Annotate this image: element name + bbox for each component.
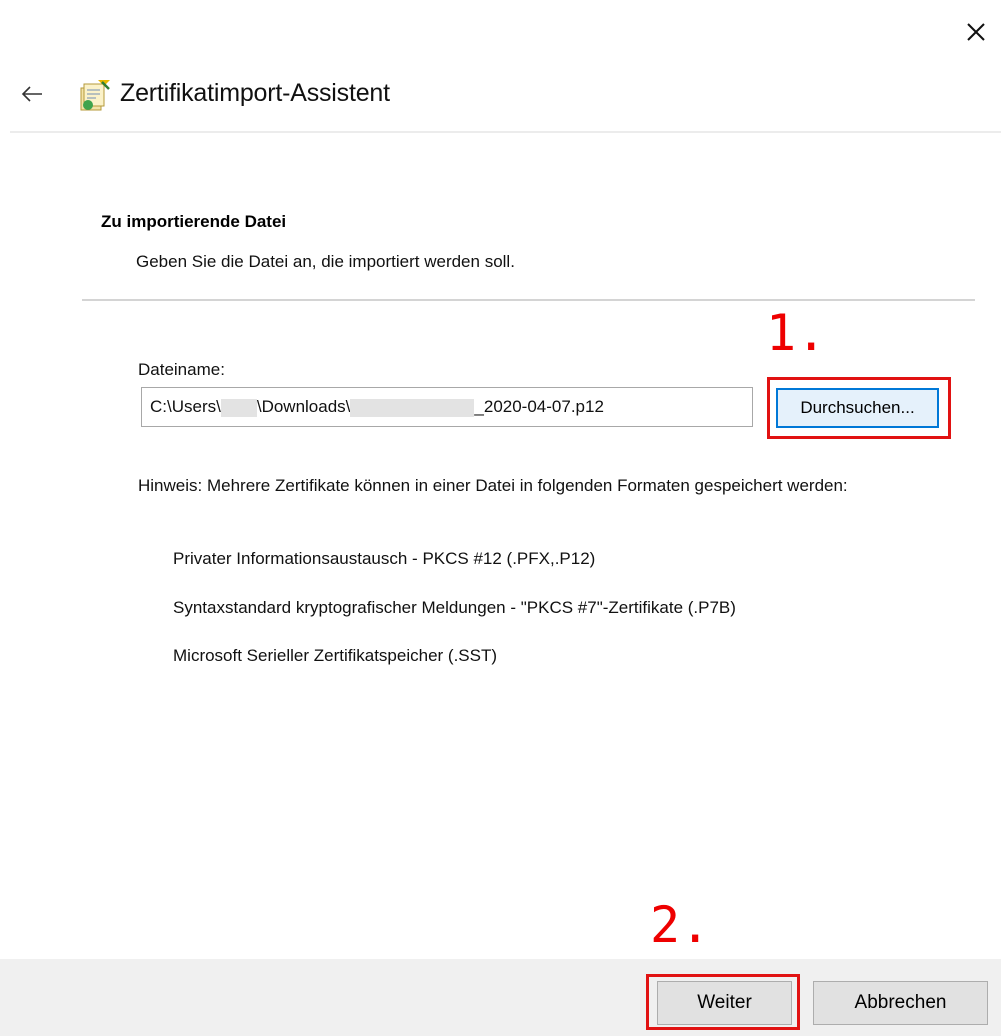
wizard-title: Zertifikatimport-Assistent [120,79,390,107]
back-button[interactable] [16,78,48,110]
filename-input[interactable]: C:\Users\ \Downloads\ _2020-04-07.p12 [141,387,753,427]
certificate-wizard-icon [76,78,112,114]
format-item-pfx: Privater Informationsaustausch - PKCS #1… [173,549,596,568]
back-arrow-icon [21,86,42,102]
annotation-step-2: 2. [650,896,711,954]
redacted-username [220,398,257,417]
hint-text: Hinweis: Mehrere Zertifikate können in e… [138,476,848,495]
filename-label: Dateiname: [138,360,225,379]
close-button[interactable] [958,14,994,50]
section-divider [82,299,975,301]
format-item-sst: Microsoft Serieller Zertifikatspeicher (… [173,646,498,665]
header-divider [10,131,1001,133]
filename-value-suffix: _2020-04-07.p12 [474,397,604,416]
annotation-step-1: 1. [766,304,827,362]
filename-value-mid: \Downloads\ [256,397,351,416]
filename-value-prefix: C:\Users\ [150,397,221,416]
format-item-p7b: Syntaxstandard kryptografischer Meldunge… [173,598,736,617]
browse-button[interactable]: Durchsuchen... [776,388,939,428]
section-heading: Zu importierende Datei [101,212,287,231]
section-subtitle: Geben Sie die Datei an, die importiert w… [136,252,515,271]
redacted-filename [350,398,475,417]
close-icon [967,23,985,41]
cancel-button[interactable]: Abbrechen [813,981,988,1025]
next-button[interactable]: Weiter [657,981,792,1025]
